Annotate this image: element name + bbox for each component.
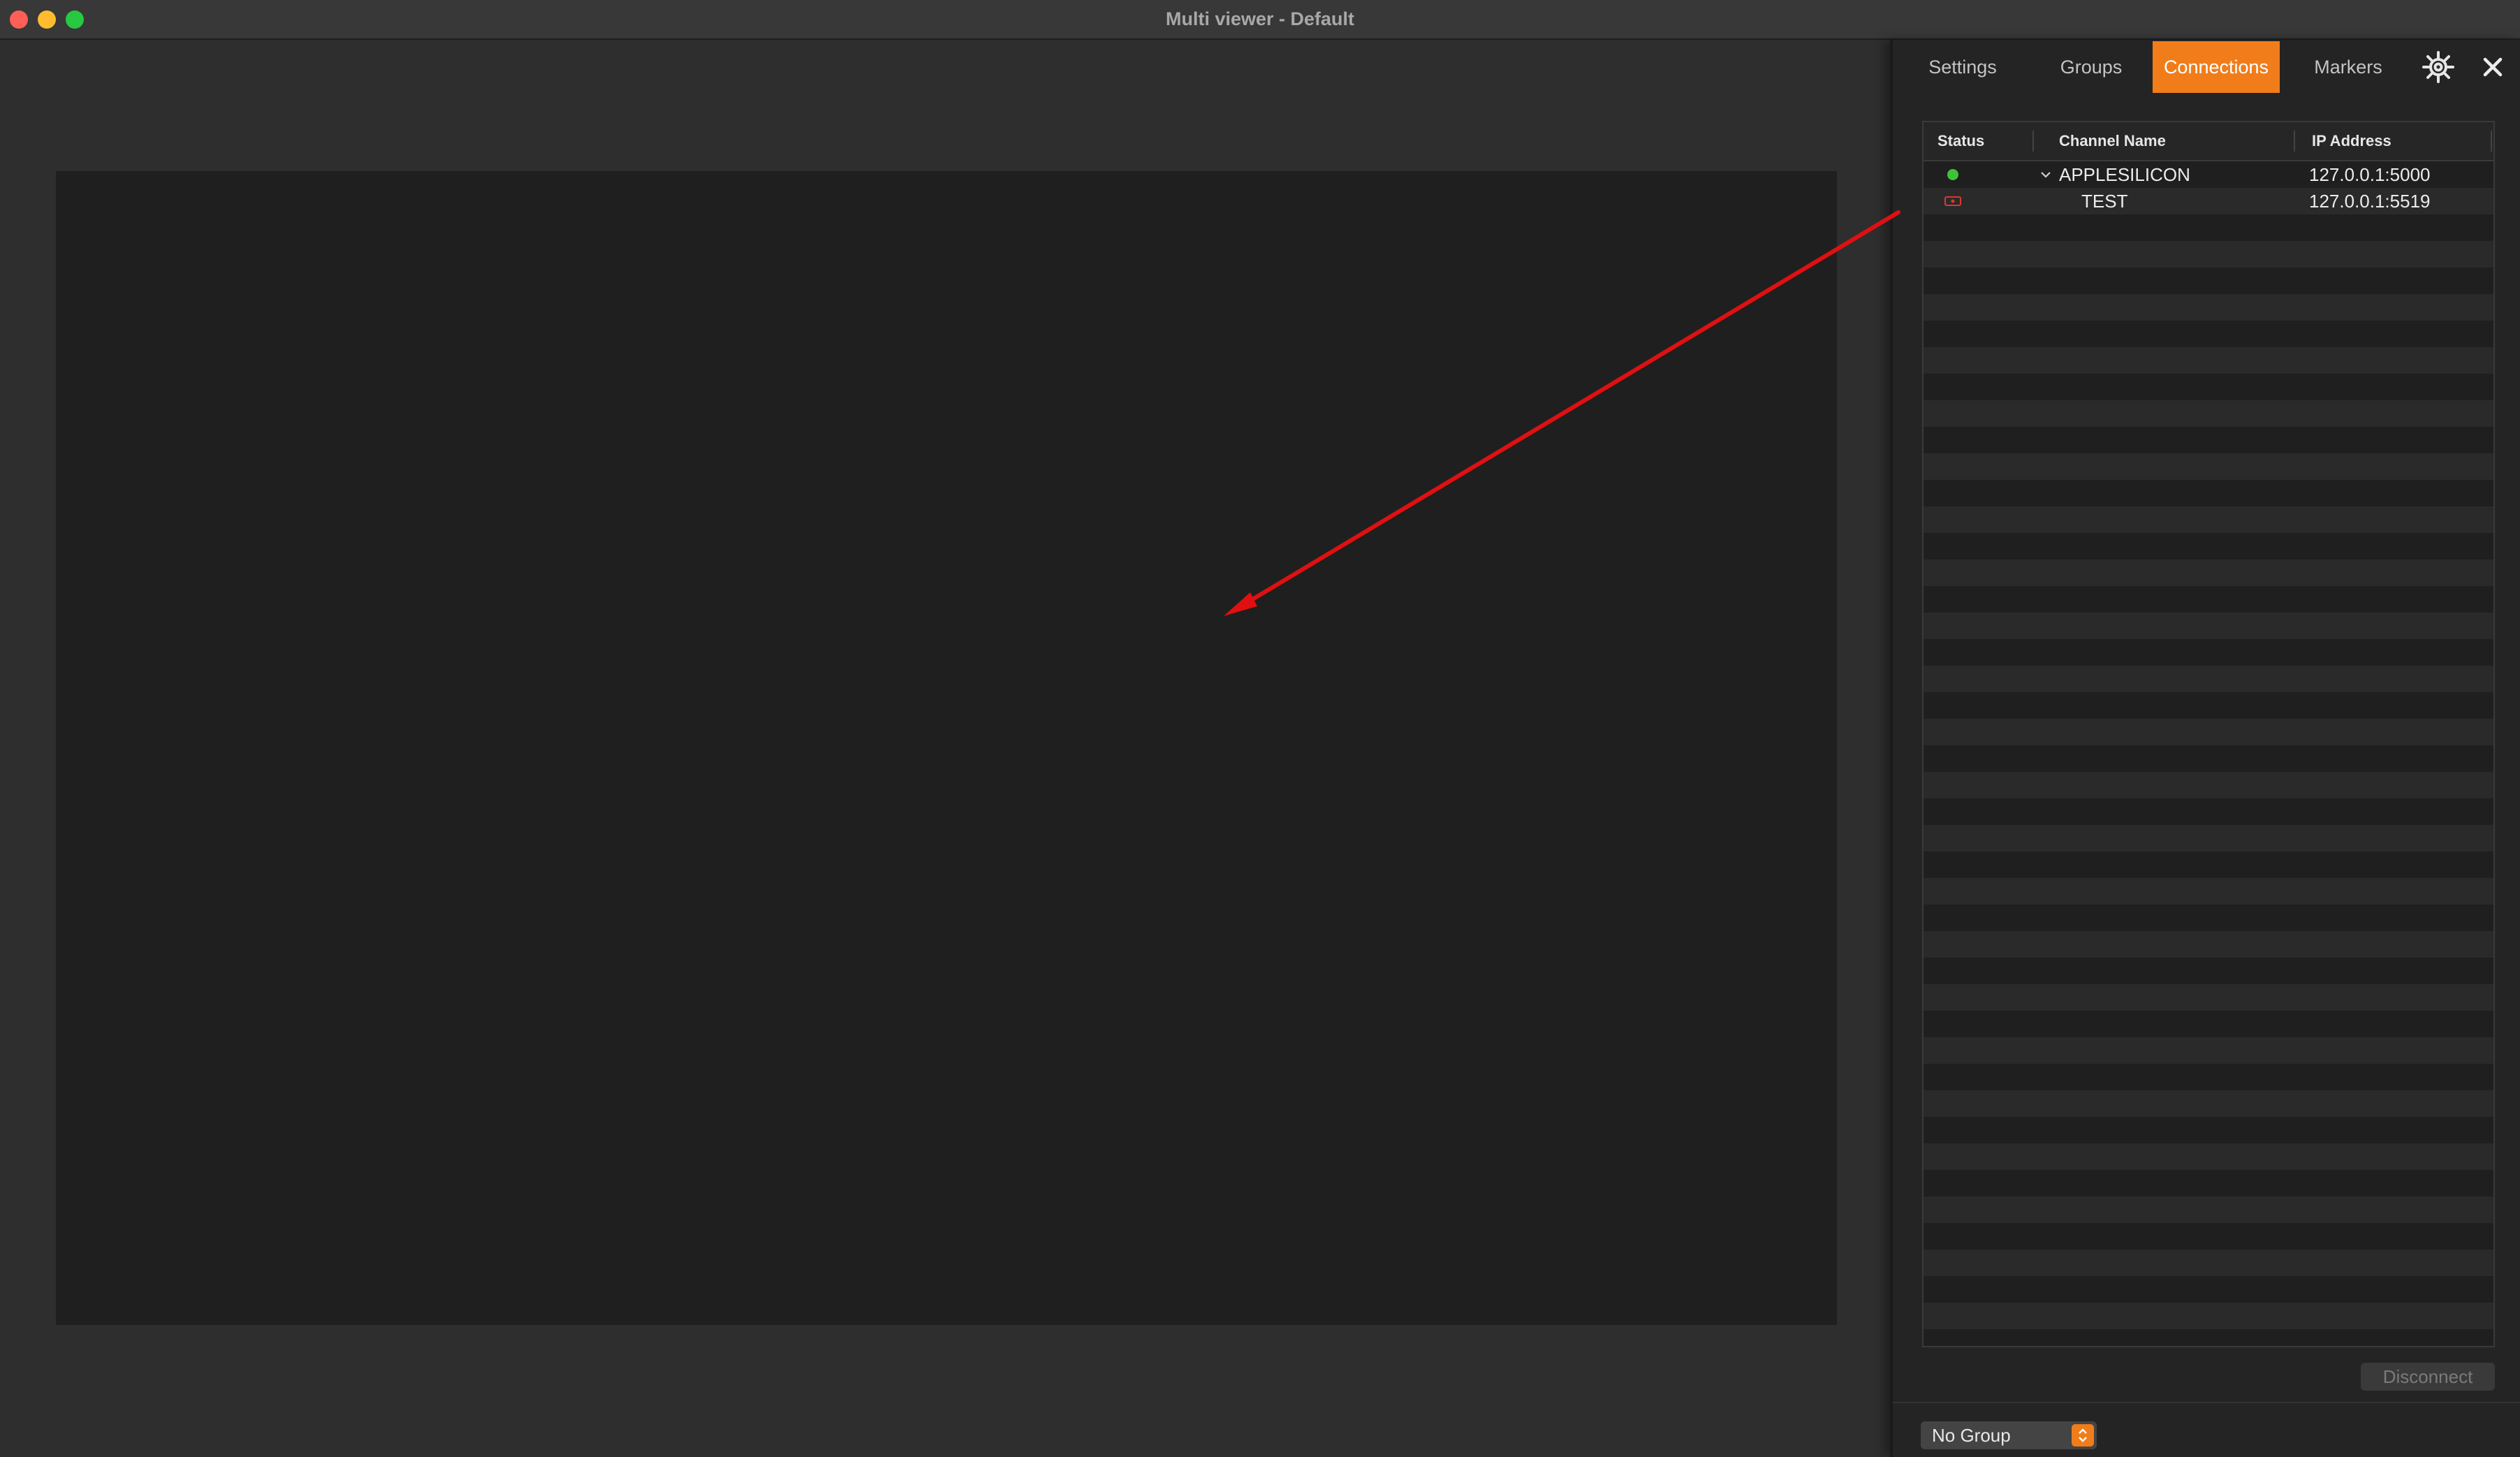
column-separator[interactable] xyxy=(2294,131,2295,152)
tab-markers[interactable]: Markers xyxy=(2298,41,2398,93)
channel-name-cell: APPLESILICON xyxy=(2059,164,2190,185)
connections-table: Status Channel Name IP Address APPLESILI… xyxy=(1922,121,2495,1347)
disconnect-button[interactable]: Disconnect xyxy=(2361,1363,2495,1391)
group-select-value: No Group xyxy=(1932,1425,2011,1446)
app-window: Multi viewer - Default Settings Groups C… xyxy=(0,0,2520,1457)
column-header-status[interactable]: Status xyxy=(1937,122,1984,160)
close-icon-graphic xyxy=(2483,57,2503,77)
close-icon[interactable] xyxy=(2477,51,2509,83)
group-select[interactable]: No Group xyxy=(1921,1421,2097,1449)
ip-address-cell: 127.0.0.1:5000 xyxy=(2309,164,2431,185)
bottom-bar: No Group xyxy=(1893,1402,2520,1457)
column-header-ip-address[interactable]: IP Address xyxy=(2312,122,2391,160)
up-down-stepper-icon[interactable] xyxy=(2072,1424,2094,1447)
table-row[interactable]: APPLESILICON 127.0.0.1:5000 xyxy=(1924,161,2493,188)
table-row-stripes xyxy=(1924,161,2493,1346)
window-title: Multi viewer - Default xyxy=(1165,8,1355,29)
table-row[interactable]: TEST 127.0.0.1:5519 xyxy=(1924,188,2493,214)
chevron-down-icon[interactable] xyxy=(2039,168,2052,181)
status-error-icon xyxy=(1944,196,1961,206)
status-connected-icon xyxy=(1947,169,1958,180)
gear-icon[interactable] xyxy=(2421,50,2456,85)
table-header: Status Channel Name IP Address xyxy=(1924,122,2493,161)
viewer-canvas[interactable] xyxy=(56,171,1837,1325)
channel-name-cell: TEST xyxy=(2081,191,2128,212)
tab-groups[interactable]: Groups xyxy=(2041,41,2141,93)
tab-connections[interactable]: Connections xyxy=(2153,41,2280,93)
viewer-area xyxy=(0,40,1890,1457)
stepper-arrows xyxy=(2079,1428,2087,1442)
column-separator[interactable] xyxy=(2032,131,2034,152)
side-panel: Settings Groups Connections Markers Stat… xyxy=(1890,40,2520,1457)
ip-address-cell: 127.0.0.1:5519 xyxy=(2309,191,2431,212)
tab-settings[interactable]: Settings xyxy=(1912,41,2013,93)
gear-icon-graphic xyxy=(2422,51,2454,83)
title-bar: Multi viewer - Default xyxy=(0,0,2520,40)
column-separator[interactable] xyxy=(2491,131,2492,152)
column-header-channel-name[interactable]: Channel Name xyxy=(2059,122,2166,160)
